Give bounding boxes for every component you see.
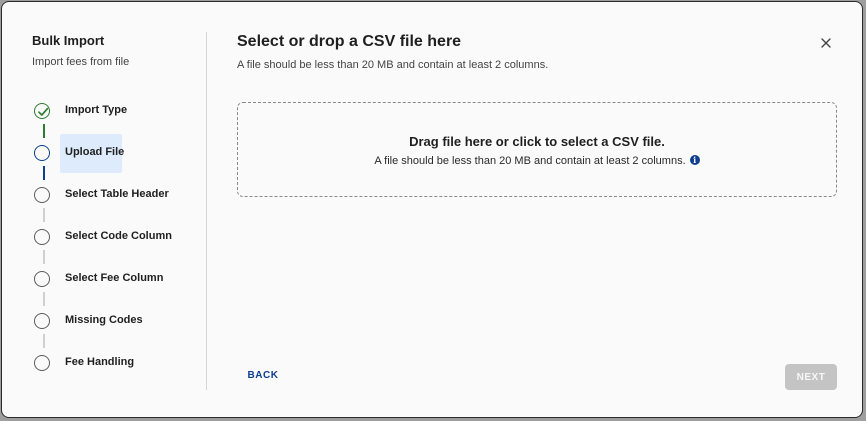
step-select-fee-column: Select Fee Column [2,270,207,312]
bulk-import-dialog: Bulk Import Import fees from file Import… [1,1,863,418]
step-label: Fee Handling [65,356,135,368]
info-icon[interactable]: i [689,155,700,165]
sidebar-subtitle: Import fees from file [32,56,130,68]
pending-step-circle-icon [34,187,50,203]
step-connector [43,124,45,138]
pending-step-circle-icon [34,313,50,329]
step-select-table-header: Select Table Header [2,186,207,228]
close-icon[interactable] [819,36,833,50]
pending-step-circle-icon [34,355,50,371]
sidebar-title: Bulk Import [32,33,105,48]
active-step-circle-icon [34,145,50,161]
dropzone-hint-row: A file should be less than 20 MB and con… [238,155,836,167]
step-label: Select Table Header [65,188,169,200]
next-button[interactable]: NEXT [785,364,837,390]
page-subtitle: A file should be less than 20 MB and con… [237,59,549,71]
step-connector [43,208,45,222]
check-circle-icon [34,103,50,119]
step-label: Upload File [65,146,125,158]
step-missing-codes: Missing Codes [2,312,207,354]
upload-panel: Select or drop a CSV file here A file sh… [207,2,862,417]
back-button[interactable]: BACK [237,364,289,388]
step-fee-handling: Fee Handling [2,354,207,396]
step-connector [43,334,45,348]
step-connector [43,166,45,180]
page-title: Select or drop a CSV file here [237,33,462,50]
pending-step-circle-icon [34,271,50,287]
step-upload-file: Upload File [2,134,207,186]
step-connector [43,292,45,306]
step-label: Select Fee Column [65,272,164,284]
file-dropzone[interactable]: Drag file here or click to select a CSV … [237,102,837,197]
step-label: Missing Codes [65,314,143,326]
pending-step-circle-icon [34,229,50,245]
step-label: Select Code Column [65,230,172,242]
dropzone-title: Drag file here or click to select a CSV … [409,134,665,149]
step-connector [43,250,45,264]
step-label: Import Type [65,104,128,116]
stepper-sidebar: Bulk Import Import fees from file Import… [2,2,207,417]
dropzone-hint: A file should be less than 20 MB and con… [374,155,686,167]
step-select-code-column: Select Code Column [2,228,207,270]
